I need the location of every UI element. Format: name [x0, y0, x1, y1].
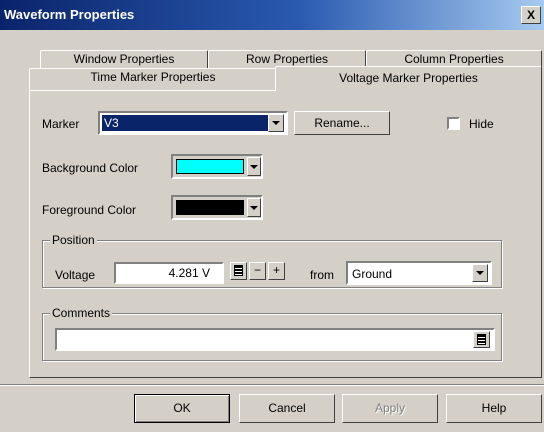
marker-dropdown-arrow[interactable]: [268, 114, 284, 132]
from-dropdown-arrow[interactable]: [472, 264, 488, 282]
from-label: from: [310, 268, 334, 282]
tab-window-properties[interactable]: Window Properties: [40, 50, 208, 70]
voltage-increment-button[interactable]: +: [268, 262, 285, 280]
marker-value: V3: [104, 116, 119, 130]
hide-label: Hide: [469, 117, 494, 131]
cancel-button[interactable]: Cancel: [239, 394, 335, 423]
tab-voltage-marker-properties[interactable]: Voltage Marker Properties: [275, 66, 542, 91]
marker-selection-highlight: V3: [102, 115, 268, 131]
from-dropdown[interactable]: Ground: [346, 261, 492, 285]
comments-calculator-button[interactable]: [473, 331, 490, 348]
chevron-down-icon: [272, 121, 280, 125]
help-button[interactable]: Help: [446, 394, 542, 423]
tab-time-marker-properties[interactable]: Time Marker Properties: [29, 68, 277, 90]
calculator-icon: [477, 334, 486, 345]
comments-input[interactable]: [55, 328, 495, 351]
foreground-color-label: Foreground Color: [42, 203, 137, 217]
voltage-label: Voltage: [55, 268, 96, 282]
marker-dropdown[interactable]: V3: [98, 111, 288, 135]
comments-legend: Comments: [50, 306, 113, 320]
apply-button[interactable]: Apply: [342, 394, 438, 423]
chevron-down-icon: [250, 205, 258, 210]
voltage-calculator-button[interactable]: [230, 262, 247, 280]
foreground-color-swatch: [176, 200, 244, 215]
from-value: Ground: [352, 267, 393, 281]
chevron-down-icon: [476, 271, 484, 275]
voltage-input[interactable]: 4.281 V: [114, 262, 224, 284]
position-legend: Position: [50, 233, 97, 247]
hide-checkbox[interactable]: [447, 117, 460, 130]
background-color-picker[interactable]: [171, 154, 263, 179]
rename-button[interactable]: Rename...: [294, 111, 390, 135]
background-color-swatch: [176, 159, 244, 174]
background-color-dropdown[interactable]: [247, 157, 261, 176]
foreground-color-dropdown[interactable]: [247, 198, 261, 217]
background-color-label: Background Color: [42, 161, 139, 175]
foreground-color-picker[interactable]: [171, 195, 263, 220]
dialog-separator: [0, 384, 544, 386]
marker-label: Marker: [42, 117, 80, 131]
voltage-decrement-button[interactable]: −: [249, 262, 266, 280]
close-button[interactable]: X: [521, 6, 541, 24]
chevron-down-icon: [250, 164, 258, 169]
title-bar[interactable]: Waveform Properties X: [0, 0, 544, 30]
ok-button[interactable]: OK: [134, 394, 230, 423]
window-title: Waveform Properties: [4, 7, 135, 22]
waveform-properties-dialog: Waveform Properties X Window Properties …: [0, 0, 544, 432]
voltage-value: 4.281 V: [168, 266, 210, 280]
calculator-icon: [234, 265, 243, 276]
